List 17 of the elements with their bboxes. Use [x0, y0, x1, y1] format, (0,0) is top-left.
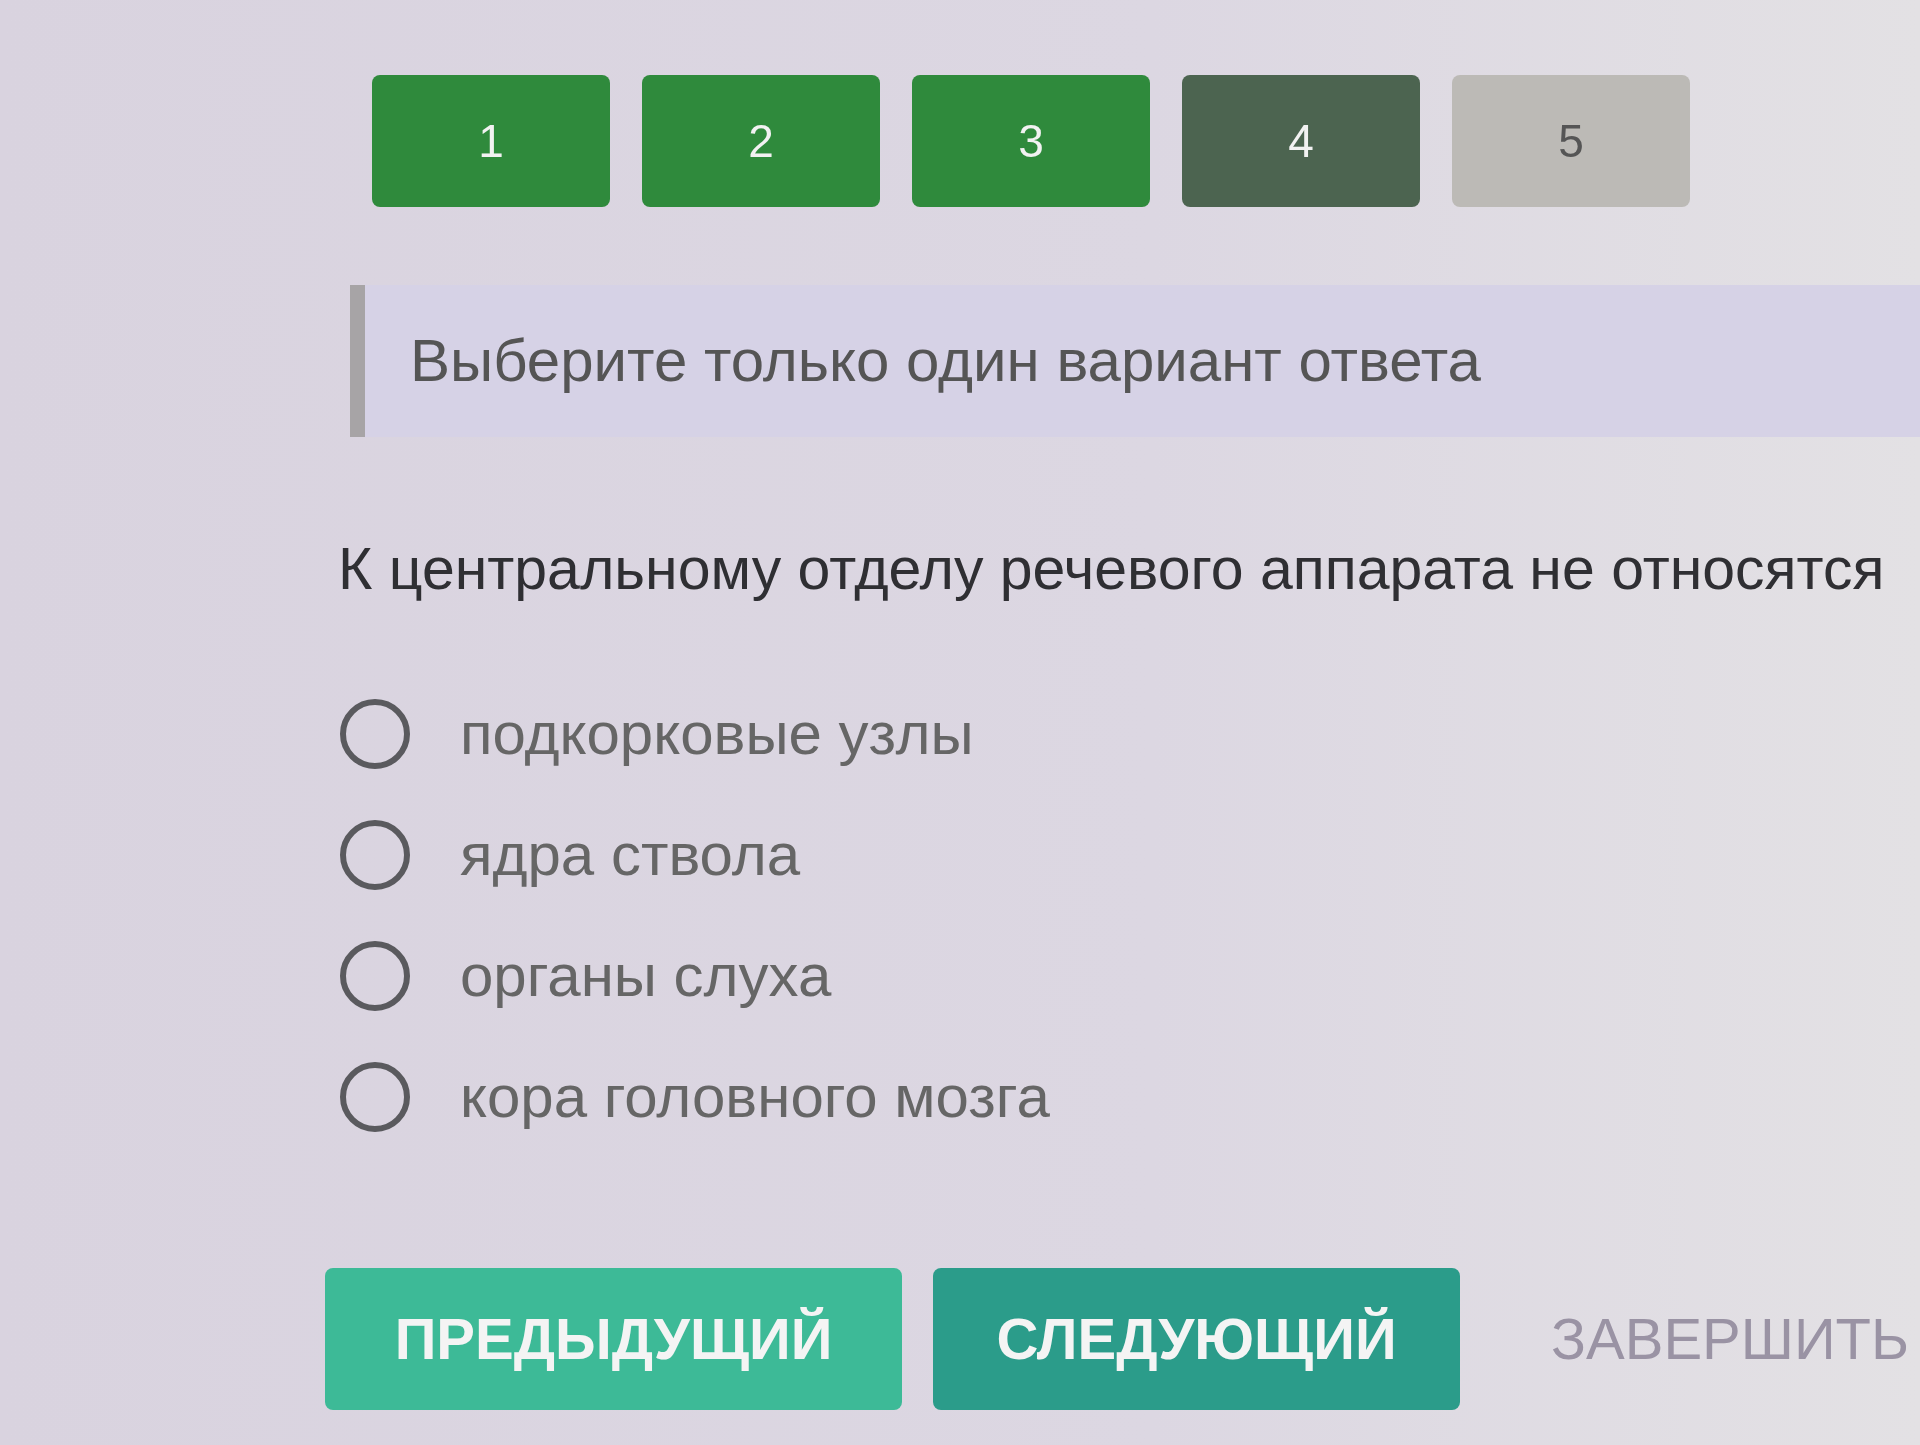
option-label[interactable]: ядра ствола — [460, 818, 801, 891]
question-tab[interactable]: 2 — [642, 75, 880, 207]
option-label[interactable]: кора головного мозга — [460, 1060, 1050, 1133]
instruction-text: Выберите только один вариант ответа — [410, 327, 1481, 394]
next-button[interactable]: СЛЕДУЮЩИЙ — [933, 1267, 1460, 1410]
option-label[interactable]: органы слуха — [460, 939, 832, 1012]
option-label[interactable]: подкорковые узлы — [460, 697, 974, 770]
question-text: К центральному отделу речевого аппарата не относятся — [338, 535, 1886, 604]
radio-button[interactable] — [340, 1061, 410, 1132]
radio-button[interactable] — [340, 698, 410, 769]
question-tab[interactable]: 1 — [372, 75, 610, 207]
question-tab[interactable]: 3 — [912, 75, 1150, 207]
previous-button[interactable]: ПРЕДЫДУЩИЙ — [325, 1267, 902, 1410]
radio-button[interactable] — [340, 819, 410, 890]
question-tab[interactable]: 5 — [1452, 75, 1690, 207]
radio-button[interactable] — [340, 940, 410, 1011]
question-tab[interactable]: 4 — [1182, 75, 1420, 207]
